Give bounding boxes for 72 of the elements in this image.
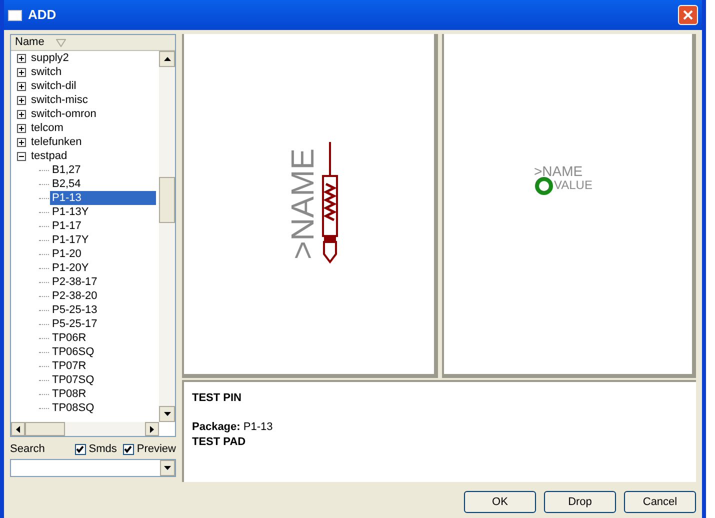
scroll-up-button[interactable] xyxy=(159,51,175,67)
check-icon xyxy=(124,445,132,453)
column-label: Name xyxy=(15,35,44,50)
tree-item[interactable]: supply2 xyxy=(30,51,70,65)
tree-item[interactable]: telefunken xyxy=(30,135,83,149)
expand-icon[interactable] xyxy=(17,54,26,62)
description-text: TEST PIN xyxy=(192,391,243,406)
scroll-left-button[interactable] xyxy=(11,422,25,436)
tree-item[interactable]: P2-38-17 xyxy=(50,275,100,289)
checkbox-label[interactable]: Smds xyxy=(88,440,117,458)
dropdown-button[interactable] xyxy=(160,460,175,476)
tree-item[interactable]: P1-17Y xyxy=(50,233,91,247)
checkbox-label[interactable]: Preview xyxy=(136,440,176,458)
checkbox[interactable] xyxy=(122,444,134,454)
tree-item[interactable]: P1-13Y xyxy=(50,205,91,219)
expand-icon[interactable] xyxy=(17,96,26,104)
tree-item[interactable]: B2,54 xyxy=(50,177,83,191)
expand-icon[interactable] xyxy=(17,68,26,76)
description-text: TEST PAD xyxy=(192,435,247,450)
tree-item[interactable]: TP08R xyxy=(50,387,88,401)
tree-item[interactable]: B1,27 xyxy=(50,163,83,177)
horizontal-scrollbar[interactable] xyxy=(11,422,159,436)
tree-item[interactable]: telcom xyxy=(30,121,64,135)
check-icon xyxy=(76,445,84,453)
value-label: VALUE xyxy=(554,179,592,191)
window-title: ADD xyxy=(28,6,58,24)
tree-item[interactable]: P5-25-13 xyxy=(50,303,100,317)
column-header[interactable]: Name xyxy=(11,35,175,51)
expand-icon[interactable] xyxy=(17,110,26,118)
scroll-thumb[interactable] xyxy=(159,177,175,223)
tree-item[interactable]: TP06SQ xyxy=(50,345,96,359)
tree-item[interactable]: switch-misc xyxy=(30,93,89,107)
scroll-thumb[interactable] xyxy=(25,422,65,436)
right-arrow-icon xyxy=(150,426,154,432)
tree-item[interactable]: P1-20 xyxy=(50,247,84,261)
name-label: >NAME xyxy=(534,164,583,178)
tree-item[interactable]: P1-13 xyxy=(50,191,156,205)
tree-item[interactable]: TP08SQ xyxy=(50,401,96,415)
checkbox[interactable] xyxy=(74,444,86,454)
dialog-button[interactable]: OK xyxy=(464,491,536,513)
collapse-icon[interactable] xyxy=(17,152,26,160)
expand-icon[interactable] xyxy=(17,82,26,90)
tree-item[interactable]: P1-17 xyxy=(50,219,84,233)
tree-item[interactable]: P2-38-20 xyxy=(50,289,100,303)
tree-item[interactable]: TP06R xyxy=(50,331,88,345)
scroll-down-button[interactable] xyxy=(159,406,175,422)
down-arrow-icon xyxy=(164,412,170,416)
tree-item[interactable]: switch-omron xyxy=(30,107,98,121)
description-text: Package: P1-13 xyxy=(192,420,274,435)
tree-item[interactable]: P1-20Y xyxy=(50,261,91,275)
scroll-right-button[interactable] xyxy=(145,422,159,436)
tree-item[interactable]: TP07R xyxy=(50,359,88,373)
pad-icon xyxy=(534,176,554,196)
tree-item[interactable]: TP07SQ xyxy=(50,373,96,387)
dialog-button[interactable]: Cancel xyxy=(624,491,696,513)
close-button[interactable] xyxy=(678,5,698,25)
tree-item[interactable]: switch xyxy=(30,65,63,79)
search-label: Search xyxy=(10,442,45,457)
tree-item[interactable]: testpad xyxy=(30,149,68,163)
down-arrow-icon xyxy=(164,466,171,470)
name-label: >NAME xyxy=(287,148,319,260)
vertical-scrollbar[interactable] xyxy=(159,51,175,422)
up-arrow-icon xyxy=(164,57,170,61)
expand-icon[interactable] xyxy=(17,138,26,146)
tree-item[interactable]: switch-dil xyxy=(30,79,78,93)
left-arrow-icon xyxy=(16,426,20,432)
tree-item[interactable]: P5-25-17 xyxy=(50,317,100,331)
expand-icon[interactable] xyxy=(17,124,26,132)
window-icon xyxy=(8,10,22,20)
sort-icon xyxy=(56,38,66,46)
close-icon xyxy=(683,10,693,20)
dialog-button[interactable]: Drop xyxy=(544,491,616,513)
